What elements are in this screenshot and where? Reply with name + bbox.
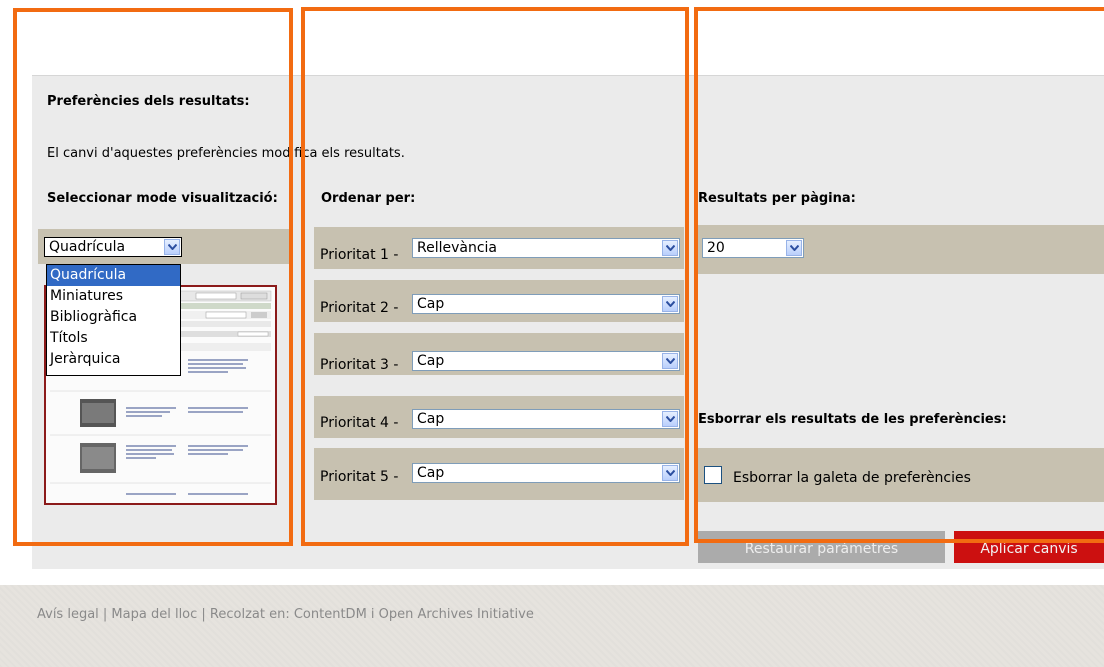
highlight-box-per-page xyxy=(694,7,1104,543)
footer-links[interactable]: Avís legal | Mapa del lloc | Recolzat en… xyxy=(37,607,534,622)
footer: Avís legal | Mapa del lloc | Recolzat en… xyxy=(0,585,1104,667)
highlight-box-view-mode xyxy=(13,8,293,546)
highlight-box-sort xyxy=(301,7,689,546)
